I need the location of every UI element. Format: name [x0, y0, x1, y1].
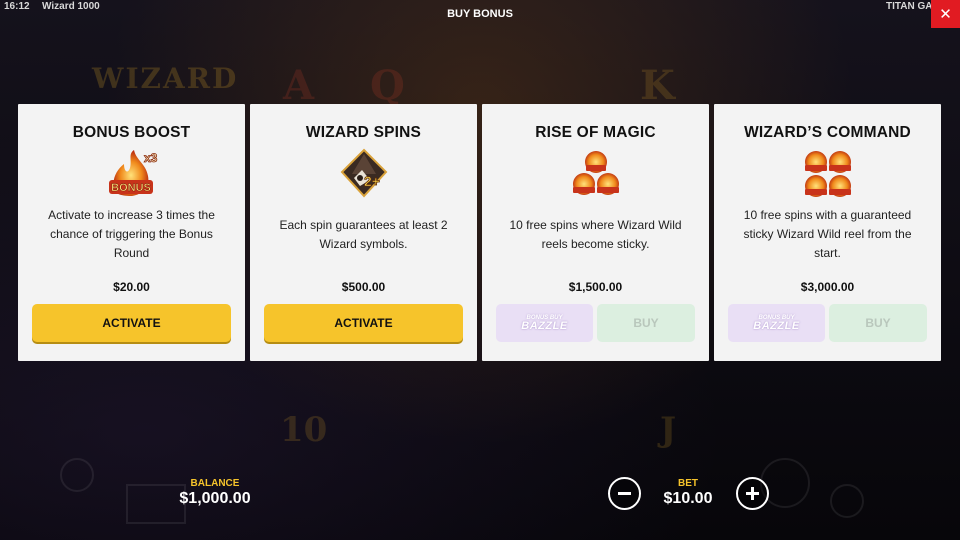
bazzle-logo-text: BAZZLE: [521, 319, 568, 332]
bonus-card-bonus-boost: BONUS BOOST x3 BONUS Activate to increas…: [18, 104, 245, 361]
activate-button[interactable]: ACTIVATE: [264, 304, 463, 342]
card-title: WIZARD’S COMMAND: [744, 124, 911, 141]
close-button[interactable]: ✕: [931, 0, 960, 28]
card-description: Activate to increase 3 times the chance …: [48, 208, 215, 260]
wizard-2plus-icon: 2+: [338, 148, 390, 200]
top-bar: 16:12 Wizard 1000 BUY BONUS TITAN GAMING…: [0, 0, 960, 30]
background-symbol: A: [283, 62, 315, 109]
bazzle-logo-text: BAZZLE: [753, 319, 800, 332]
background-spin-button: [760, 458, 810, 508]
bonus-card-wizards-command: WIZARD’S COMMAND 10 free spins with a gu…: [714, 104, 941, 361]
card-price: $500.00: [341, 280, 386, 294]
bonus-x3-icon: x3 BONUS: [106, 148, 158, 200]
bet-value: $10.00: [663, 490, 713, 507]
bonus-buy-bazzle-button[interactable]: BONUS BUY BAZZLE: [496, 304, 593, 342]
background-autoplay-button: [830, 484, 864, 518]
close-icon: ✕: [939, 6, 952, 23]
bonus-buy-bazzle-button[interactable]: BONUS BUY BAZZLE: [728, 304, 825, 342]
bonus-triple-icon: [570, 148, 622, 200]
background-game-logo: WIZARD: [92, 62, 239, 95]
card-description: Each spin guarantees at least 2 Wizard s…: [279, 218, 448, 251]
activate-button[interactable]: ACTIVATE: [32, 304, 231, 342]
background-info-button: [60, 458, 94, 492]
background-symbol: K: [640, 62, 675, 109]
bet-label: BET: [678, 478, 698, 489]
dialog-title: BUY BONUS: [447, 8, 513, 20]
increase-bet-button[interactable]: [736, 477, 769, 510]
card-price: $1,500.00: [568, 280, 623, 294]
buy-button[interactable]: BUY: [829, 304, 927, 342]
plus-icon: [746, 487, 759, 500]
provider-name: TITAN GAMING: [886, 1, 932, 12]
card-price: $20.00: [113, 280, 150, 294]
balance-value: $1,000.00: [179, 490, 251, 507]
background-symbol: Q: [370, 62, 405, 109]
card-title: RISE OF MAGIC: [535, 124, 656, 141]
card-description: 10 free spins with a guaranteed sticky W…: [743, 208, 912, 260]
svg-text:2+: 2+: [364, 173, 380, 189]
card-title: BONUS BOOST: [72, 124, 191, 141]
svg-text:x3: x3: [144, 151, 158, 165]
bonus-card-rise-of-magic: RISE OF MAGIC 10 free spins where Wizard…: [482, 104, 709, 361]
background-symbol: 10: [280, 410, 328, 450]
minus-icon: [618, 492, 631, 495]
bonus-quad-icon: [802, 148, 854, 200]
card-title: WIZARD SPINS: [305, 124, 422, 141]
decrease-bet-button[interactable]: [608, 477, 641, 510]
card-description: 10 free spins where Wizard Wild reels be…: [509, 218, 682, 251]
bonus-cards: BONUS BOOST x3 BONUS Activate to increas…: [18, 104, 942, 361]
background-symbol: J: [660, 410, 677, 450]
card-price: $3,000.00: [800, 280, 855, 294]
balance-label: BALANCE: [190, 478, 240, 489]
buy-button[interactable]: BUY: [597, 304, 695, 342]
bonus-card-wizard-spins: WIZARD SPINS 2+ Each spin guarantees at …: [250, 104, 477, 361]
svg-text:BONUS: BONUS: [111, 182, 151, 194]
